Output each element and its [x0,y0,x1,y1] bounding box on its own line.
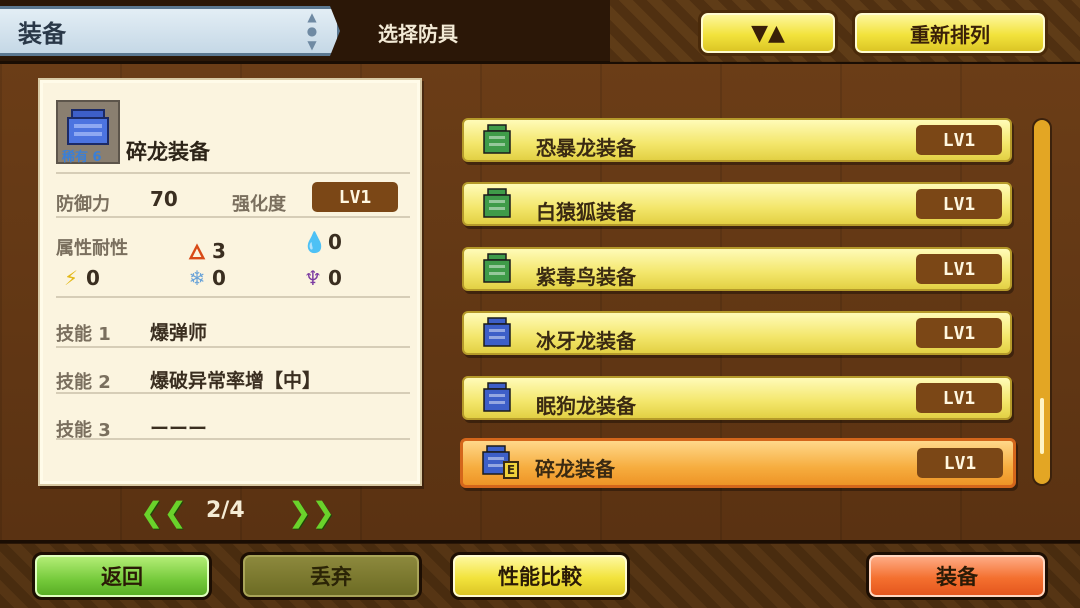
armor-list-item-name: 碎龙装备 [535,457,615,481]
water-resist-value: 0 [328,230,342,254]
divider [56,172,410,174]
armor-list-item[interactable]: 眠狗龙装备 LV1 [462,376,1012,420]
equip-button[interactable]: 装备 [866,552,1048,600]
rarity-label: 稀有 6 [62,150,102,165]
skill-2-value: 爆破异常率增【中】 [150,370,322,392]
armor-detail-panel: 稀有 6 碎龙装备 防御力 70 强化度 LV1 属性耐性 🜂 3 💧 0 ⚡ … [38,78,422,486]
defense-value: 70 [150,187,178,211]
skill-3-value: ーーー [150,418,208,440]
title-scroll-arrows-icon: ▲ ● ▼ [306,10,318,52]
armor-list-item-name: 紫毒鸟装备 [536,265,636,289]
armor-name: 碎龙装备 [126,140,210,164]
armor-level-badge: LV1 [916,189,1002,219]
divider [56,216,410,218]
green-armor-icon [480,252,514,288]
compare-button[interactable]: 性能比較 [450,552,630,600]
water-drop-icon: 💧 [302,230,327,254]
upgrade-label: 强化度 [232,194,286,215]
ice-resist: ❄ 0 [186,266,226,290]
armor-list-item[interactable]: 冰牙龙装备 LV1 [462,311,1012,355]
thunder-icon: ⚡ [63,266,79,290]
divider [56,296,410,298]
blue-armor-icon [480,381,514,417]
armor-list-item[interactable]: E 碎龙装备 LV1 [460,438,1016,488]
page-indicator: 2/4 [206,498,245,523]
back-button[interactable]: 返回 [32,552,212,600]
dragon-resist: ♆ 0 [302,266,342,290]
armor-list-item[interactable]: 恐暴龙装备 LV1 [462,118,1012,162]
armor-level-badge: LV1 [916,125,1002,155]
green-armor-icon [480,123,514,159]
skill-2-label: 技能 2 [56,372,111,393]
screen-subtitle: 选择防具 [378,22,458,46]
thunder-resist: ⚡ 0 [60,266,100,290]
armor-level-badge: LV1 [916,383,1002,413]
armor-level-badge: LV1 [916,254,1002,284]
water-resist: 💧 0 [302,230,342,254]
reorder-button[interactable]: 重新排列 [852,10,1048,56]
armor-list-item[interactable]: 白猿狐装备 LV1 [462,182,1012,226]
sort-button[interactable]: ▼▲ [698,10,838,56]
equipped-badge: E [503,461,519,479]
fire-icon: 🜂 [188,240,206,264]
armor-list-item-name: 眠狗龙装备 [536,394,636,418]
upgrade-level-badge: LV1 [312,182,398,212]
divider [56,392,410,394]
thunder-resist-value: 0 [86,266,100,290]
resist-label: 属性耐性 [56,238,128,259]
dragon-resist-value: 0 [328,266,342,290]
armor-list-item-name: 冰牙龙装备 [536,329,636,353]
armor-level-badge: LV1 [916,318,1002,348]
screen-title-tab: 装备 [0,6,340,56]
divider [56,346,410,348]
screen-title: 装备 [18,19,66,48]
green-armor-icon [480,187,514,223]
fire-resist-value: 3 [212,238,226,263]
defense-label: 防御力 [56,194,110,215]
ice-resist-value: 0 [212,266,226,290]
blue-armor-icon [480,316,514,352]
armor-list-item-name: 白猿狐装备 [536,200,636,224]
skill-1-label: 技能 1 [56,324,111,345]
fire-resist: 🜂 3 [186,230,226,271]
skill-1-value: 爆弹师 [150,322,208,344]
divider [56,438,410,440]
dragon-icon: ♆ [304,266,322,290]
armor-list-item[interactable]: 紫毒鸟装备 LV1 [462,247,1012,291]
armor-level-badge: LV1 [917,448,1003,478]
discard-button[interactable]: 丢弃 [240,552,422,600]
armor-list-item-name: 恐暴龙装备 [536,136,636,160]
ice-crystal-icon: ❄ [188,266,206,290]
next-page-arrow-icon[interactable]: ❯❯ [288,496,335,529]
scrollbar-grip [1040,398,1044,454]
prev-page-arrow-icon[interactable]: ❮❮ [140,496,187,529]
